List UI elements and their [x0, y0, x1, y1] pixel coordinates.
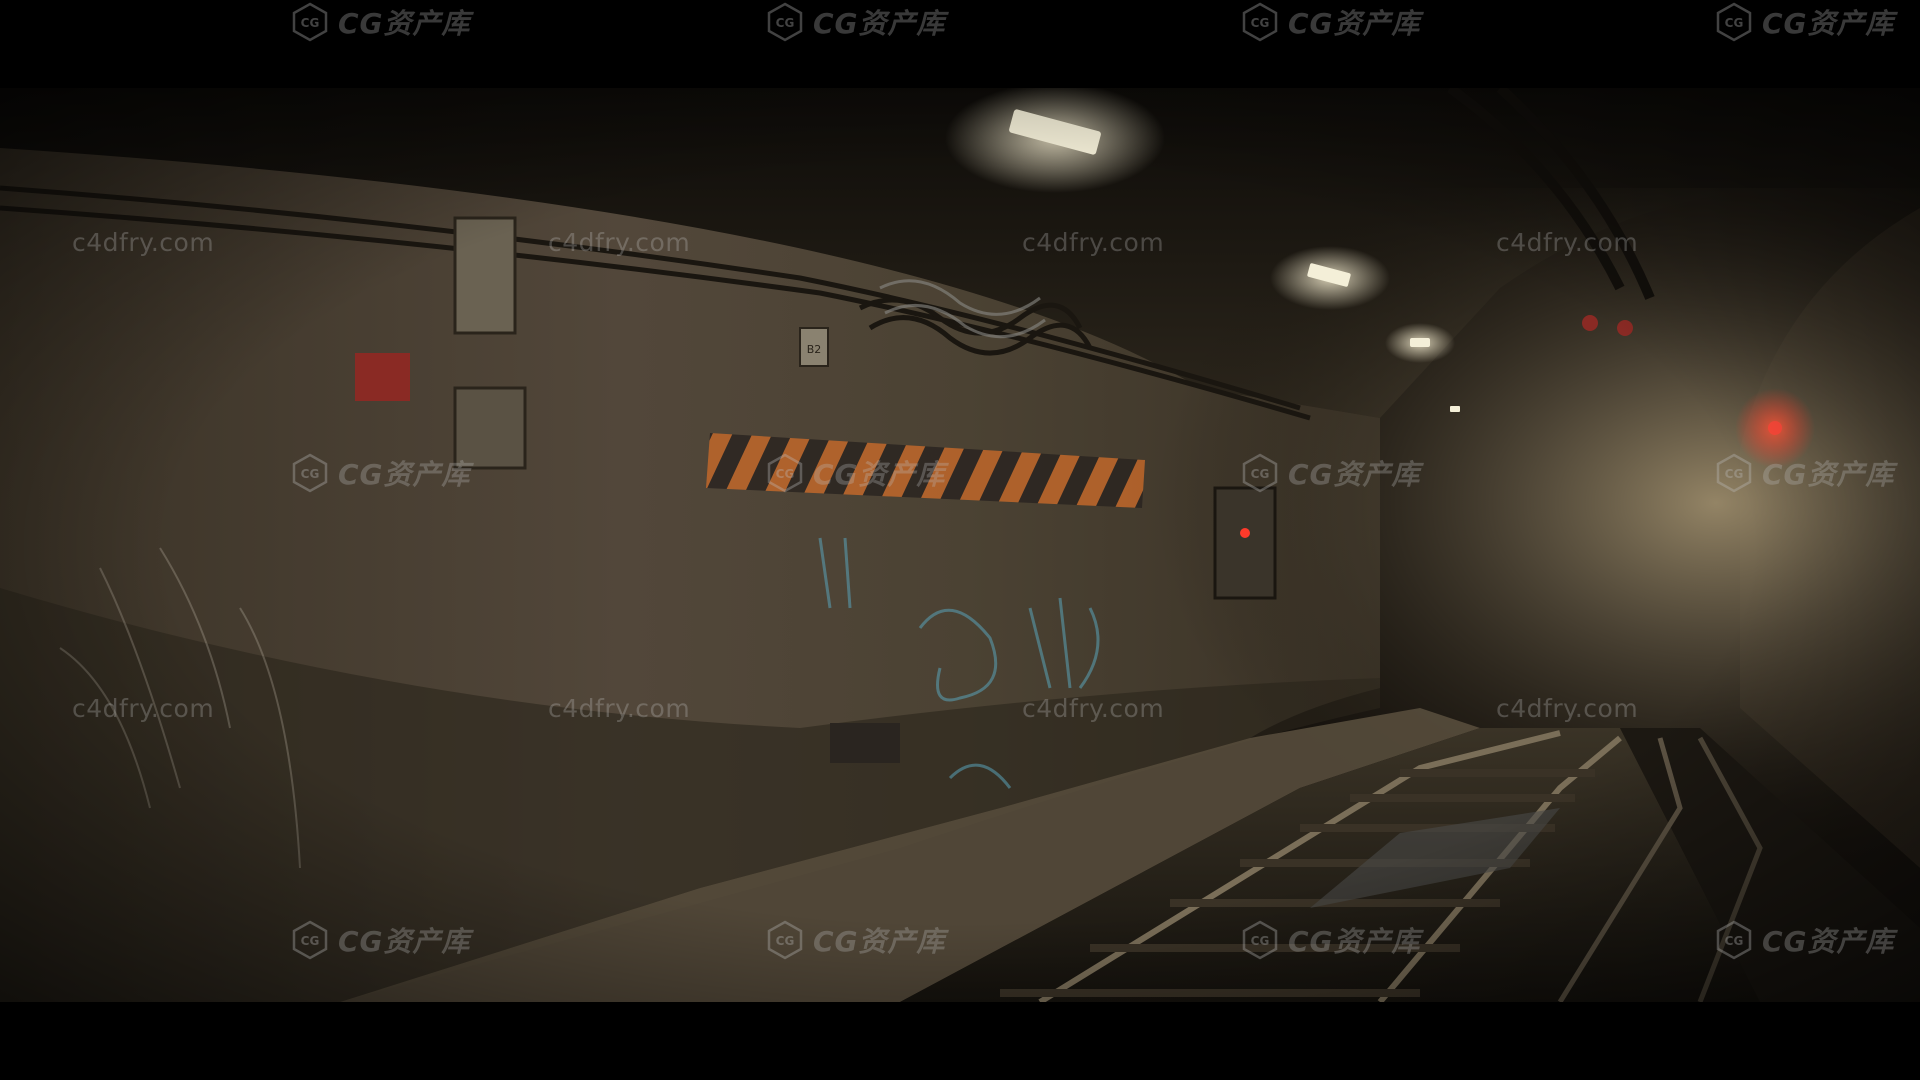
tunnel-scene: B2 [0, 88, 1920, 1002]
video-frame: B2 [0, 0, 1920, 1080]
letterbox-top [0, 0, 1920, 88]
vignette [0, 88, 1920, 1002]
tunnel-illustration: B2 [0, 88, 1920, 1002]
letterbox-bottom [0, 1002, 1920, 1080]
